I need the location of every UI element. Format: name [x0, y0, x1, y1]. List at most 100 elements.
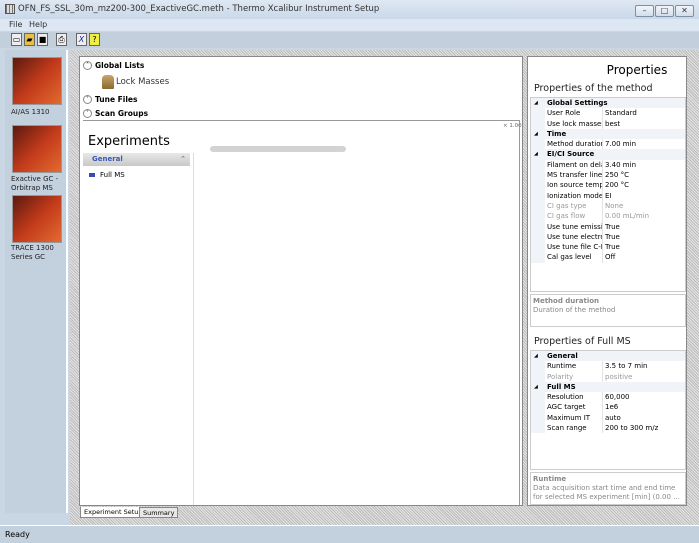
- experiment-group-general[interactable]: General ⌃: [83, 153, 190, 166]
- title-bar: OFN_FS_SSL_30m_mz200-300_ExactiveGC.meth…: [0, 0, 699, 19]
- property-category[interactable]: ◢ Global Settings: [531, 98, 685, 109]
- instrument-label: TRACE 1300 Series GC: [11, 244, 54, 261]
- instrument-trace-1300[interactable]: [12, 195, 62, 243]
- property-name: Use tune file C-I: [547, 242, 603, 253]
- property-row[interactable]: CI gas type None: [531, 200, 685, 212]
- property-row[interactable]: CI gas flow 0.00 mL/min: [531, 211, 685, 222]
- property-row[interactable]: Ionization mode EI: [531, 190, 685, 201]
- property-row[interactable]: Use tune emissionTrue: [531, 221, 685, 232]
- gutter: [531, 170, 545, 181]
- property-value[interactable]: True: [603, 222, 620, 232]
- lock-masses-label: Lock Masses: [116, 77, 170, 87]
- property-value[interactable]: 250 °C: [603, 170, 629, 180]
- save-icon[interactable]: ■: [37, 33, 48, 46]
- tab-summary[interactable]: Summary: [139, 507, 179, 518]
- property-value[interactable]: 1e6: [603, 402, 618, 412]
- property-row[interactable]: Filament on delay3.40 min: [531, 159, 685, 171]
- property-category[interactable]: ◢ Time: [531, 128, 685, 140]
- section-label: Tune Files: [95, 95, 138, 104]
- expand-icon[interactable]: ◢: [531, 381, 545, 393]
- menu-help[interactable]: Help: [29, 20, 47, 29]
- instrument-exactive-gc[interactable]: [12, 125, 62, 173]
- chevron-up-icon[interactable]: ˄: [83, 61, 92, 70]
- gutter: [531, 392, 545, 403]
- property-name: Runtime: [545, 361, 603, 372]
- chevron-down-icon[interactable]: ˅: [83, 109, 92, 118]
- expand-icon[interactable]: ◢: [531, 128, 545, 140]
- property-name: AGC target: [545, 402, 603, 413]
- menu-file[interactable]: File: [9, 20, 22, 29]
- property-category[interactable]: ◢ EI/CI Source: [531, 149, 685, 160]
- expand-icon[interactable]: ◢: [531, 98, 545, 109]
- property-name: CI gas flow: [545, 211, 603, 222]
- property-value[interactable]: Standard: [603, 108, 637, 118]
- method-description: Method duration Duration of the method: [530, 294, 686, 327]
- properties-title: Properties: [606, 63, 668, 77]
- fullms-property-grid: ◢ General Runtime 3.5 to 7 min Polarity posit…: [530, 350, 686, 470]
- tune-files-section[interactable]: ˅ Tune Files: [83, 95, 137, 104]
- chevron-down-icon[interactable]: ˅: [83, 95, 92, 104]
- instrument-ai-as-1310[interactable]: [12, 57, 62, 105]
- property-category[interactable]: ◢ General: [531, 351, 685, 362]
- help-icon[interactable]: ?: [89, 33, 100, 46]
- fullms-description: Runtime Data acquisition start time and e…: [530, 472, 686, 505]
- property-name: General: [547, 352, 578, 360]
- property-row[interactable]: Polarity positive: [531, 371, 685, 382]
- close-button[interactable]: ✕: [675, 5, 694, 17]
- property-row[interactable]: Cal gas level Off: [531, 252, 685, 263]
- property-value[interactable]: 3.5 to 7 min: [603, 361, 648, 371]
- property-value[interactable]: EI: [603, 191, 612, 201]
- property-row[interactable]: Scan range 200 to 300 m/z: [531, 423, 685, 434]
- property-value[interactable]: 60,000: [603, 392, 630, 402]
- open-icon[interactable]: ▰: [24, 33, 35, 46]
- gutter: [531, 180, 545, 191]
- property-value[interactable]: 200 to 300 m/z: [603, 423, 658, 433]
- property-value[interactable]: best: [603, 119, 620, 129]
- instrument-label: Exactive GC - Orbitrap MS: [11, 175, 59, 192]
- maximize-button[interactable]: □: [655, 5, 674, 17]
- property-row[interactable]: Use tune file C-I True: [531, 242, 685, 253]
- gutter: [531, 200, 545, 212]
- property-row[interactable]: Resolution 60,000: [531, 392, 685, 403]
- print-icon[interactable]: ⎙: [56, 33, 67, 46]
- property-value[interactable]: auto: [603, 413, 621, 423]
- lock-masses-item[interactable]: Lock Masses: [102, 75, 169, 89]
- property-name: Full MS: [547, 382, 576, 391]
- cut-icon[interactable]: X: [76, 33, 87, 46]
- tab-experiment-setup[interactable]: Experiment Setup: [80, 507, 147, 518]
- scan-groups-section[interactable]: ˅ Scan Groups: [83, 109, 148, 118]
- minimize-button[interactable]: –: [635, 5, 654, 17]
- lock-icon: [102, 75, 114, 89]
- new-icon[interactable]: ▭: [11, 33, 22, 46]
- property-value[interactable]: True: [603, 242, 620, 252]
- property-name: Use lock masses: [547, 118, 603, 129]
- property-value[interactable]: True: [603, 232, 620, 242]
- expand-icon[interactable]: ◢: [531, 351, 545, 362]
- property-row[interactable]: AGC target 1e6: [531, 402, 685, 413]
- property-name: Use tune emission: [547, 221, 603, 232]
- collapse-icon[interactable]: ⌃: [180, 153, 186, 166]
- property-row[interactable]: Runtime 3.5 to 7 min: [531, 361, 685, 372]
- property-value[interactable]: Off: [603, 252, 615, 262]
- property-category[interactable]: ◢ Full MS: [531, 381, 685, 393]
- global-lists-section[interactable]: ˄ Global Lists: [83, 61, 144, 70]
- property-value[interactable]: 0.00 mL/min: [603, 211, 649, 221]
- property-row[interactable]: Method duration 7.00 min: [531, 139, 685, 150]
- property-value[interactable]: None: [603, 201, 623, 211]
- property-row[interactable]: Ion source temp 200 °C: [531, 180, 685, 191]
- property-row[interactable]: Use lock masses best: [531, 118, 685, 129]
- property-row[interactable]: Maximum IT auto: [531, 412, 685, 424]
- property-row[interactable]: Use tune electron True: [531, 231, 685, 243]
- scroll-indicator[interactable]: [210, 146, 346, 152]
- description-title: Runtime: [533, 475, 567, 483]
- property-value[interactable]: 7.00 min: [603, 139, 636, 149]
- expand-icon[interactable]: ◢: [531, 149, 545, 160]
- property-value[interactable]: positive: [603, 372, 632, 382]
- property-value[interactable]: 200 °C: [603, 180, 629, 190]
- property-value[interactable]: 3.40 min: [603, 160, 636, 170]
- gutter: [531, 371, 545, 382]
- experiment-item-full-ms[interactable]: Full MS: [89, 171, 125, 179]
- property-row[interactable]: MS transfer line 250 °C: [531, 170, 685, 181]
- status-text: Ready: [5, 530, 30, 539]
- property-row[interactable]: User Role Standard: [531, 108, 685, 119]
